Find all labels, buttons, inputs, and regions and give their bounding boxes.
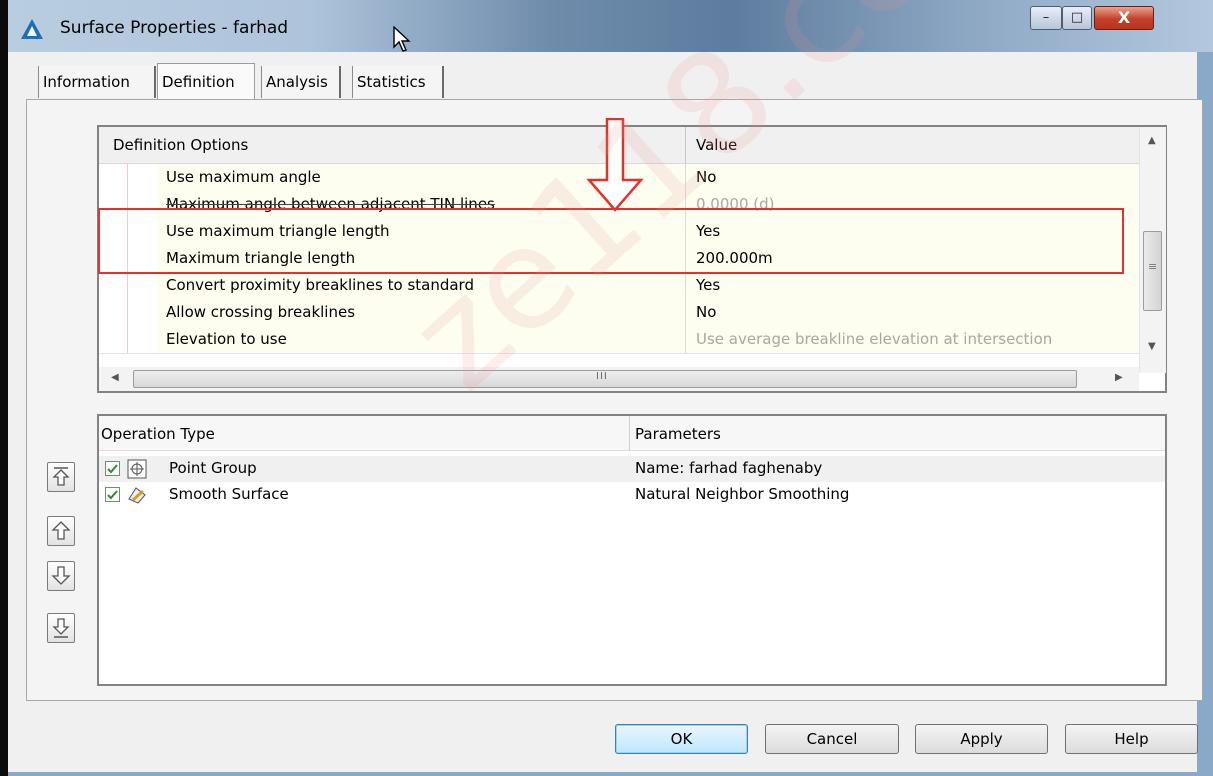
grid-row[interactable]: Convert proximity breaklines to standard… [99, 272, 1139, 300]
operation-checkbox[interactable] [105, 461, 120, 476]
point-group-icon [127, 459, 147, 479]
row-indent [127, 272, 158, 299]
scroll-right-arrow-icon[interactable]: ▶ [1115, 372, 1123, 383]
civil3d-app-icon [21, 19, 43, 39]
operation-parameters: Name: farhad faghenaby [635, 459, 823, 477]
move-to-bottom-icon [52, 618, 70, 638]
maximize-icon: □ [1070, 10, 1084, 25]
row-margin [99, 272, 127, 299]
minimize-button[interactable]: – [1030, 6, 1062, 30]
move-to-top-icon [52, 467, 70, 486]
thumb-grip-icon: III [596, 371, 608, 382]
arrow-up-icon [51, 521, 71, 540]
window-title: Surface Properties - farhad [60, 18, 289, 38]
option-value: Use average breakline elevation at inter… [685, 326, 1139, 353]
header-definition-options[interactable]: Definition Options [113, 136, 248, 154]
ok-button[interactable]: OK [615, 724, 748, 754]
option-value[interactable]: No [685, 299, 1139, 326]
tab-analysis[interactable]: Analysis [261, 66, 341, 98]
move-to-top-button[interactable] [47, 462, 75, 492]
apply-button[interactable]: Apply [915, 724, 1048, 754]
header-value[interactable]: Value [696, 136, 737, 154]
move-down-button[interactable] [47, 561, 75, 591]
grid-row[interactable]: Allow crossing breaklines No [99, 299, 1139, 327]
horizontal-scroll-thumb[interactable]: III [133, 370, 1077, 388]
help-button[interactable]: Help [1065, 724, 1198, 754]
row-margin [99, 299, 127, 326]
operation-parameters: Natural Neighbor Smoothing [635, 485, 850, 503]
vertical-scrollbar[interactable]: ▲ ≡ ▼ [1139, 127, 1166, 373]
option-label: Convert proximity breaklines to standard [157, 272, 685, 299]
maximize-button[interactable]: □ [1062, 6, 1092, 30]
operations-list: Operation Type Parameters Point Group Na… [97, 414, 1167, 686]
thumb-grip-icon: ≡ [1148, 260, 1158, 273]
title-bar[interactable]: Surface Properties - farhad – □ X [8, 0, 1213, 52]
tab-definition[interactable]: Definition [157, 63, 255, 99]
header-parameters[interactable]: Parameters [635, 425, 721, 443]
row-indent [127, 164, 158, 191]
minimize-icon: – [1042, 10, 1050, 25]
cancel-button[interactable]: Cancel [765, 724, 899, 754]
column-separator[interactable] [685, 127, 686, 163]
header-operation-type[interactable]: Operation Type [101, 425, 215, 443]
row-margin [99, 164, 127, 191]
red-down-arrow-icon [586, 118, 644, 212]
operation-checkbox[interactable] [105, 487, 120, 502]
option-value[interactable]: Yes [685, 272, 1139, 299]
grid-row[interactable]: Elevation to use Use average breakline e… [99, 326, 1139, 354]
column-separator[interactable] [629, 416, 630, 450]
operation-row-smooth-surface[interactable]: Smooth Surface Natural Neighbor Smoothin… [99, 482, 1165, 508]
move-up-button[interactable] [47, 516, 75, 546]
close-icon: X [1117, 8, 1131, 27]
operation-row-point-group[interactable]: Point Group Name: farhad faghenaby [99, 456, 1165, 482]
checkmark-icon [107, 464, 118, 474]
operation-type: Point Group [169, 459, 257, 477]
row-margin [99, 326, 127, 353]
operation-type: Smooth Surface [169, 485, 289, 503]
arrow-down-icon [51, 566, 71, 585]
tab-statistics[interactable]: Statistics [352, 66, 444, 98]
row-indent [127, 299, 158, 326]
tab-information[interactable]: Information [38, 66, 156, 98]
move-to-bottom-button[interactable] [47, 613, 75, 643]
close-button[interactable]: X [1094, 6, 1154, 30]
row-indent [127, 326, 158, 353]
horizontal-scrollbar[interactable]: ◀ III ▶ [99, 367, 1139, 391]
option-label: Allow crossing breaklines [157, 299, 685, 326]
vertical-scroll-thumb[interactable]: ≡ [1143, 231, 1162, 311]
mouse-cursor-icon [393, 26, 411, 52]
operations-header: Operation Type Parameters [99, 416, 1165, 451]
checkmark-icon [107, 490, 118, 500]
option-value[interactable]: No [685, 164, 1139, 191]
option-label: Elevation to use [157, 326, 685, 353]
scroll-left-arrow-icon[interactable]: ◀ [111, 372, 119, 383]
scroll-down-arrow-icon[interactable]: ▼ [1148, 341, 1156, 352]
highlight-annotation-box [98, 208, 1124, 274]
scroll-up-arrow-icon[interactable]: ▲ [1148, 135, 1156, 146]
smooth-surface-icon [128, 487, 146, 504]
